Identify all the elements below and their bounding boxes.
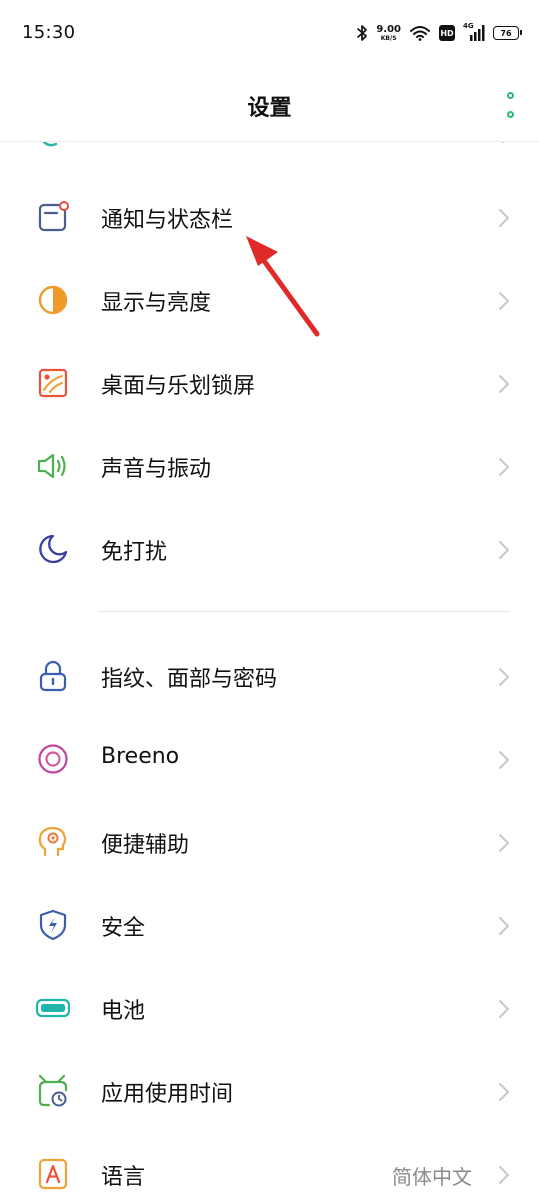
more-options-button[interactable] bbox=[503, 92, 517, 118]
chevron-right-icon bbox=[497, 373, 511, 395]
more-dot-icon bbox=[506, 111, 514, 118]
current-language-value: 简体中文 bbox=[392, 1165, 472, 1189]
settings-row-notifications[interactable]: 通知与状态栏 bbox=[0, 175, 539, 258]
app-header: 设置 bbox=[0, 66, 539, 142]
settings-row-label: 桌面与乐划锁屏 bbox=[101, 374, 256, 399]
battery-icon bbox=[36, 991, 70, 1025]
shield-icon bbox=[36, 908, 70, 942]
settings-row-sound[interactable]: 声音与振动 bbox=[0, 424, 539, 507]
chevron-right-icon bbox=[497, 456, 511, 478]
settings-row-app-usage-time[interactable]: 应用使用时间 bbox=[0, 1049, 539, 1132]
settings-row-label: 声音与振动 bbox=[101, 457, 212, 482]
language-icon bbox=[36, 1157, 70, 1191]
battery-indicator: 76 bbox=[493, 26, 522, 40]
chevron-right-icon bbox=[497, 998, 511, 1020]
network-speed: 9.00 KB/S bbox=[376, 23, 401, 42]
settings-row-display[interactable]: 显示与亮度 bbox=[0, 258, 539, 341]
lock-icon bbox=[36, 659, 70, 693]
notification-icon bbox=[36, 200, 70, 234]
wifi-icon bbox=[409, 25, 431, 41]
settings-row-do-not-disturb[interactable]: 免打扰 bbox=[0, 507, 539, 590]
status-icons: 9.00 KB/S HD 4G 76 bbox=[356, 20, 522, 46]
chevron-right-icon bbox=[497, 1164, 511, 1186]
settings-row-label: 显示与亮度 bbox=[101, 291, 212, 316]
chevron-right-icon bbox=[497, 207, 511, 229]
wallpaper-icon bbox=[36, 366, 70, 400]
chevron-right-icon bbox=[497, 539, 511, 561]
settings-screen: 15:30 9.00 KB/S HD 4G 76 设置 通知与状态栏 显示与亮度… bbox=[0, 0, 539, 1200]
settings-row-label: 语言 bbox=[101, 1165, 146, 1190]
assist-head-icon bbox=[36, 825, 70, 859]
section-divider bbox=[98, 611, 510, 612]
chevron-right-icon bbox=[497, 749, 511, 771]
bluetooth-icon bbox=[356, 24, 368, 42]
settings-row-label: 指纹、面部与密码 bbox=[101, 667, 278, 692]
hd-badge: HD bbox=[439, 25, 455, 41]
settings-row-label: 便捷辅助 bbox=[101, 833, 190, 858]
page-title: 设置 bbox=[247, 96, 292, 121]
chevron-right-icon bbox=[497, 1081, 511, 1103]
settings-row-safety[interactable]: 安全 bbox=[0, 883, 539, 966]
settings-row-language[interactable]: 语言 简体中文 bbox=[0, 1132, 539, 1200]
chevron-right-icon bbox=[497, 666, 511, 688]
moon-icon bbox=[36, 532, 70, 566]
brightness-icon bbox=[36, 283, 70, 317]
status-bar: 15:30 9.00 KB/S HD 4G 76 bbox=[0, 0, 539, 66]
cellular-signal-icon: 4G bbox=[463, 22, 485, 42]
breeno-icon bbox=[36, 742, 70, 776]
chevron-right-icon bbox=[497, 832, 511, 854]
more-dot-icon bbox=[506, 92, 514, 99]
app-timer-icon bbox=[36, 1074, 70, 1108]
settings-row-wallpaper[interactable]: 桌面与乐划锁屏 bbox=[0, 341, 539, 424]
settings-row-label: 通知与状态栏 bbox=[101, 208, 234, 233]
settings-row-label: 电池 bbox=[101, 999, 146, 1024]
chevron-right-icon bbox=[497, 915, 511, 937]
status-time: 15:30 bbox=[22, 22, 76, 43]
settings-row-label: 免打扰 bbox=[101, 540, 168, 565]
settings-row-accessibility[interactable]: 便捷辅助 bbox=[0, 800, 539, 883]
settings-row-label: Breeno bbox=[101, 744, 180, 769]
speaker-icon bbox=[36, 449, 70, 483]
network-speed-value: 9.00 bbox=[376, 23, 401, 35]
settings-row-security-biometrics[interactable]: 指纹、面部与密码 bbox=[0, 634, 539, 717]
settings-row-breeno[interactable]: Breeno bbox=[0, 717, 539, 800]
settings-row-battery[interactable]: 电池 bbox=[0, 966, 539, 1049]
chevron-right-icon bbox=[497, 290, 511, 312]
settings-row-label: 应用使用时间 bbox=[101, 1082, 234, 1107]
network-speed-unit: KB/S bbox=[380, 34, 397, 42]
settings-row-label: 安全 bbox=[101, 916, 146, 941]
